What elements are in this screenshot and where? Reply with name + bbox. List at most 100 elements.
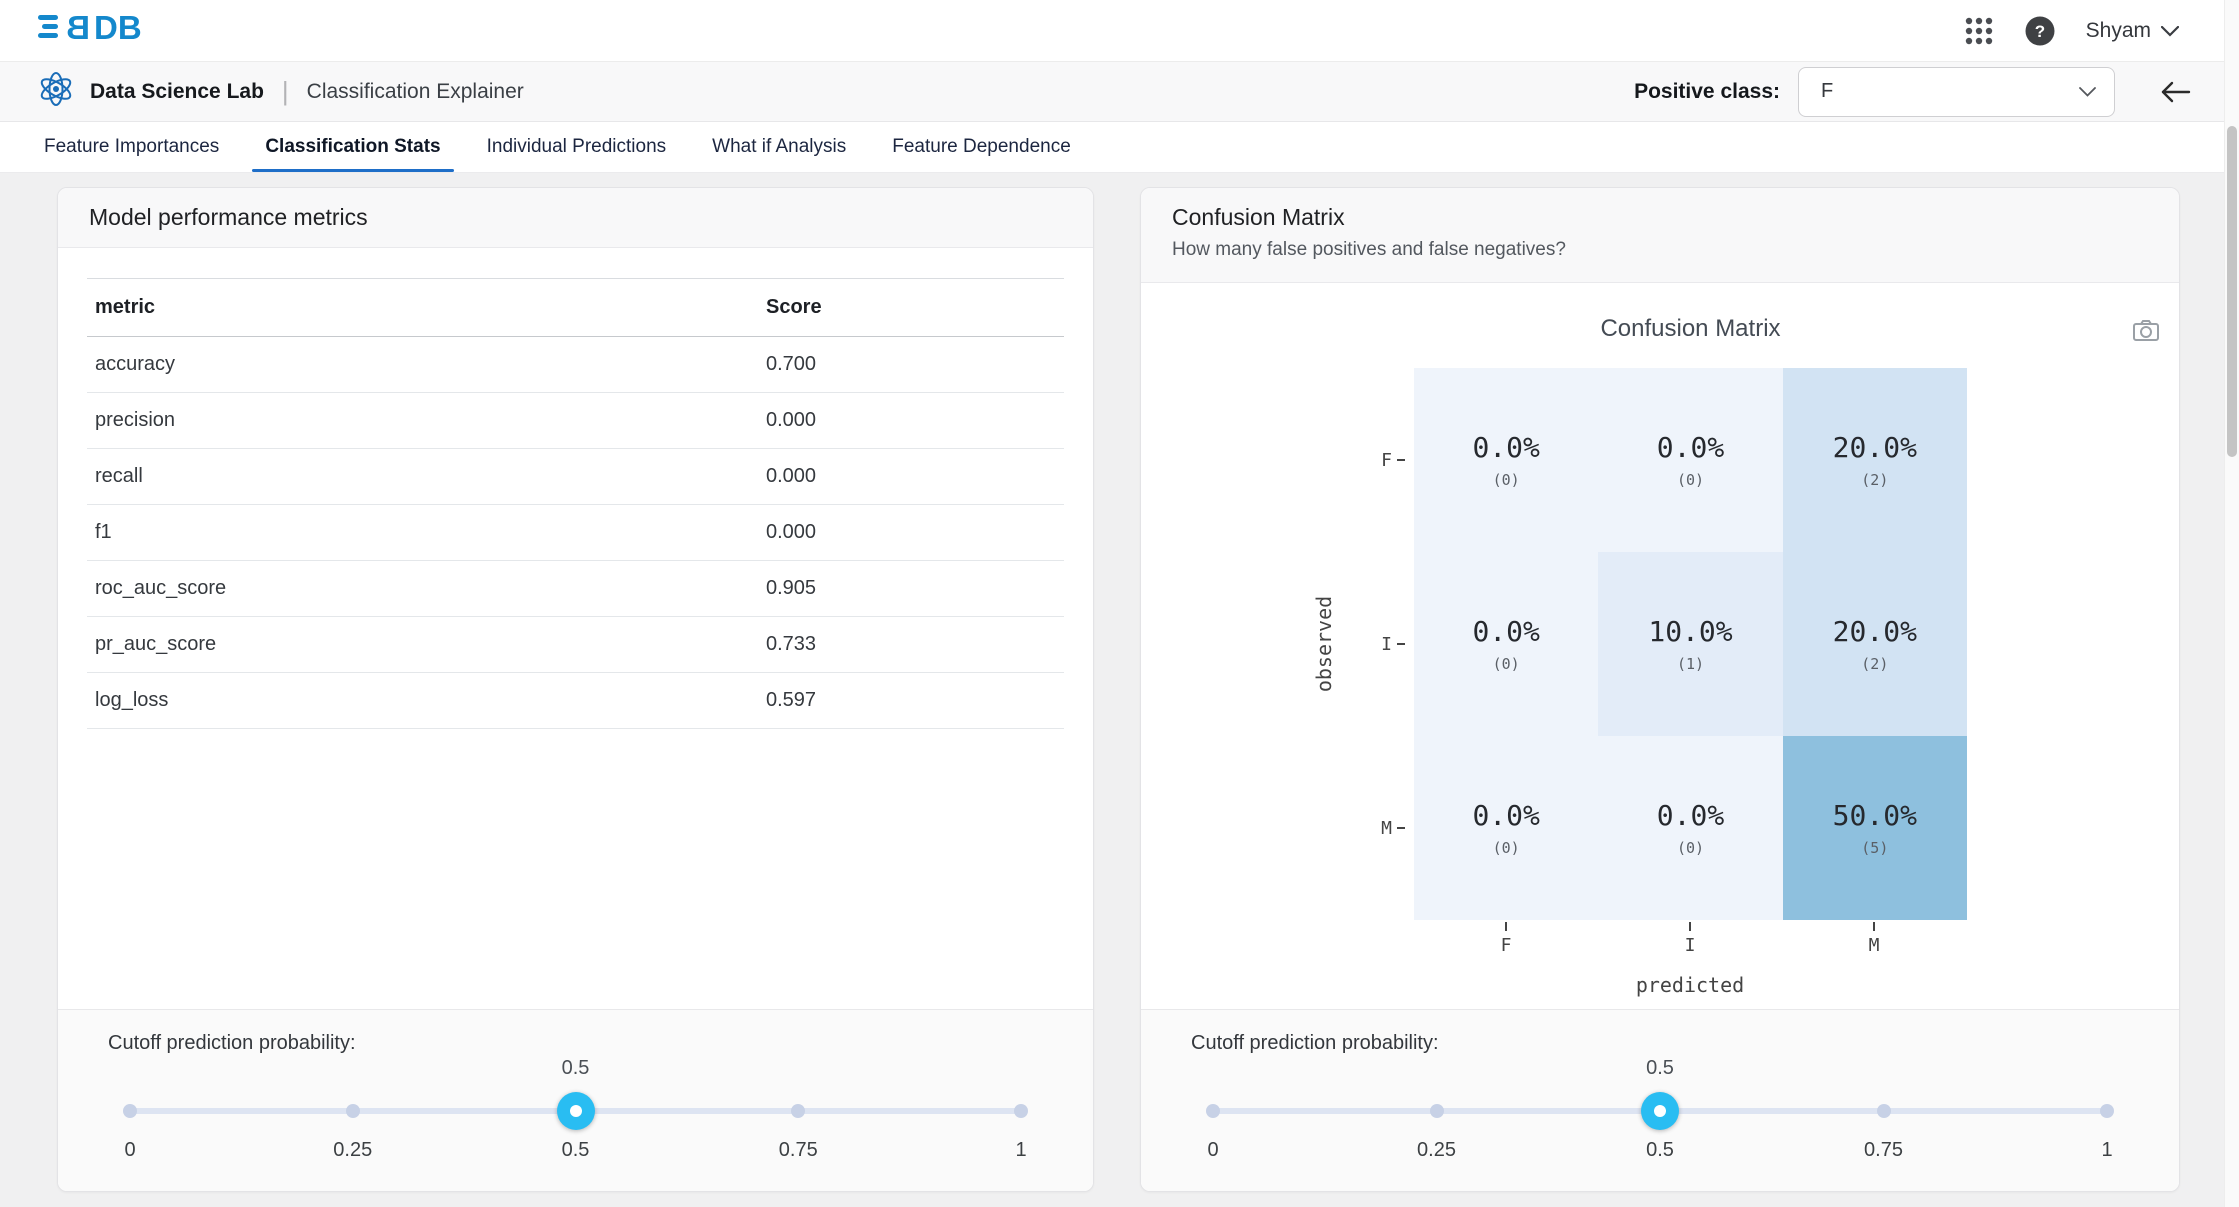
page-title: Classification Explainer	[307, 80, 524, 104]
slider-dot	[1206, 1104, 1220, 1118]
confusion-card-subtitle: How many false positives and false negat…	[1172, 239, 2148, 261]
scrollbar[interactable]	[2224, 0, 2239, 1207]
metric-name-cell: pr_auc_score	[87, 617, 758, 673]
table-row: precision 0.000	[87, 393, 1064, 449]
table-row: recall 0.000	[87, 449, 1064, 505]
heatmap-cell-pct: 0.0%	[1657, 799, 1724, 832]
cutoff-label: Cutoff prediction probability:	[1191, 1032, 2129, 1055]
table-row: roc_auc_score 0.905	[87, 561, 1064, 617]
slider-handle[interactable]	[1641, 1092, 1679, 1130]
logo-letter-mirrored-b: B	[66, 9, 90, 46]
slider-tick-label: 0.5	[1646, 1139, 1674, 1162]
bdb-logo[interactable]: B DB	[38, 8, 170, 53]
positive-class-select[interactable]: F	[1798, 67, 2115, 117]
plot-area: Confusion Matrix observed F I M 0.0% (0)…	[1141, 283, 2179, 1009]
heatmap-cell[interactable]: 0.0% (0)	[1598, 736, 1782, 920]
help-icon[interactable]: ?	[2024, 15, 2056, 47]
heatmap-cell[interactable]: 20.0% (2)	[1783, 552, 1967, 736]
slider-tick-label: 0.25	[1417, 1139, 1456, 1162]
x-tick: M	[1844, 922, 1904, 956]
topbar: B DB ? Shyam	[0, 0, 2239, 62]
y-tick: F	[1355, 447, 1405, 473]
slider-value: 0.5	[562, 1057, 590, 1080]
heatmap-cell-pct: 10.0%	[1648, 615, 1732, 648]
heatmap-cell[interactable]: 10.0% (1)	[1598, 552, 1782, 736]
chart-title: Confusion Matrix	[1414, 315, 1967, 343]
tab-what-if-analysis[interactable]: What if Analysis	[689, 122, 869, 172]
heatmap-cell[interactable]: 20.0% (2)	[1783, 368, 1967, 552]
heatmap-cell[interactable]: 0.0% (0)	[1414, 552, 1598, 736]
slider-handle-dot	[1654, 1105, 1666, 1117]
tab-feature-dependence[interactable]: Feature Dependence	[869, 122, 1094, 172]
metric-score-cell: 0.700	[758, 337, 1064, 393]
slider-tick-label: 0.5	[562, 1139, 590, 1162]
table-row: f1 0.000	[87, 505, 1064, 561]
y-tick: I	[1355, 631, 1405, 657]
tab-classification-stats[interactable]: Classification Stats	[242, 122, 463, 172]
metrics-card-header: Model performance metrics	[58, 188, 1093, 248]
table-row: accuracy 0.700	[87, 337, 1064, 393]
tab-feature-importances[interactable]: Feature Importances	[21, 122, 242, 172]
confusion-card: Confusion Matrix How many false positive…	[1140, 187, 2180, 1192]
heatmap-cell-count: (0)	[1493, 655, 1520, 673]
metric-score-cell: 0.000	[758, 449, 1064, 505]
slider-dot	[791, 1104, 805, 1118]
title-divider: |	[282, 76, 289, 107]
metric-score-cell: 0.597	[758, 673, 1064, 729]
slider-tick-label: 1	[2101, 1139, 2112, 1162]
heatmap-cell[interactable]: 0.0% (0)	[1414, 368, 1598, 552]
heatmap-cell-count: (5)	[1861, 839, 1888, 857]
slider-handle[interactable]	[557, 1092, 595, 1130]
metric-name-cell: roc_auc_score	[87, 561, 758, 617]
atom-icon	[36, 69, 76, 114]
heatmap-cell-count: (0)	[1493, 839, 1520, 857]
metric-name-cell: accuracy	[87, 337, 758, 393]
slider-dot	[1430, 1104, 1444, 1118]
scrollbar-thumb[interactable]	[2227, 126, 2237, 457]
heatmap-cell[interactable]: 0.0% (0)	[1414, 736, 1598, 920]
app-name: Data Science Lab	[90, 80, 264, 104]
slider-dot	[1014, 1104, 1028, 1118]
user-menu[interactable]: Shyam	[2086, 19, 2179, 43]
confusion-card-title: Confusion Matrix	[1172, 204, 2148, 231]
cutoff-slider[interactable]: 0.5 0 0.25 0.5 0.75 1	[130, 1091, 1021, 1131]
heatmap-cell-count: (0)	[1493, 471, 1520, 489]
table-row: pr_auc_score 0.733	[87, 617, 1064, 673]
heatmap-cell-count: (0)	[1677, 471, 1704, 489]
cutoff-label: Cutoff prediction probability:	[108, 1032, 1043, 1055]
x-axis-label: predicted	[1636, 973, 1744, 997]
back-arrow-button[interactable]	[2159, 79, 2191, 105]
heatmap-cell-pct: 0.0%	[1472, 799, 1539, 832]
heatmap-cell-pct: 50.0%	[1833, 799, 1917, 832]
heatmap-cell[interactable]: 0.0% (0)	[1598, 368, 1782, 552]
confusion-card-header: Confusion Matrix How many false positive…	[1141, 188, 2179, 283]
subbar: Data Science Lab | Classification Explai…	[0, 62, 2239, 122]
slider-tick-labels: 0 0.25 0.5 0.75 1	[130, 1139, 1021, 1165]
heatmap-cell[interactable]: 50.0% (5)	[1783, 736, 1967, 920]
positive-class-label: Positive class:	[1634, 80, 1780, 104]
metrics-table: metric Score accuracy 0.700 precision 0.…	[87, 278, 1064, 729]
cutoff-panel: Cutoff prediction probability: 0.5 0 0.2…	[1141, 1009, 2179, 1191]
table-header-row: metric Score	[87, 279, 1064, 337]
slider-tick-label: 0	[124, 1139, 135, 1162]
heatmap-cell-count: (1)	[1677, 655, 1704, 673]
cutoff-slider[interactable]: 0.5 0 0.25 0.5 0.75 1	[1213, 1091, 2107, 1131]
table-row: log_loss 0.597	[87, 673, 1064, 729]
table-header-metric: metric	[87, 279, 758, 337]
slider-handle-dot	[570, 1105, 582, 1117]
tab-individual-predictions[interactable]: Individual Predictions	[464, 122, 690, 172]
camera-icon[interactable]	[2133, 319, 2159, 346]
slider-value: 0.5	[1646, 1057, 1674, 1080]
metric-score-cell: 0.905	[758, 561, 1064, 617]
metric-score-cell: 0.000	[758, 393, 1064, 449]
metric-name-cell: recall	[87, 449, 758, 505]
user-name: Shyam	[2086, 19, 2151, 43]
heatmap-cell-pct: 0.0%	[1657, 431, 1724, 464]
metric-score-cell: 0.000	[758, 505, 1064, 561]
slider-tick-labels: 0 0.25 0.5 0.75 1	[1213, 1139, 2107, 1165]
confusion-heatmap: 0.0% (0) 0.0% (0) 20.0% (2) 0.0% (0) 10.…	[1414, 368, 1967, 920]
slider-dot	[1877, 1104, 1891, 1118]
metrics-card-body: metric Score accuracy 0.700 precision 0.…	[58, 248, 1093, 1009]
metric-name-cell: f1	[87, 505, 758, 561]
app-grid-icon[interactable]	[1964, 16, 1994, 46]
